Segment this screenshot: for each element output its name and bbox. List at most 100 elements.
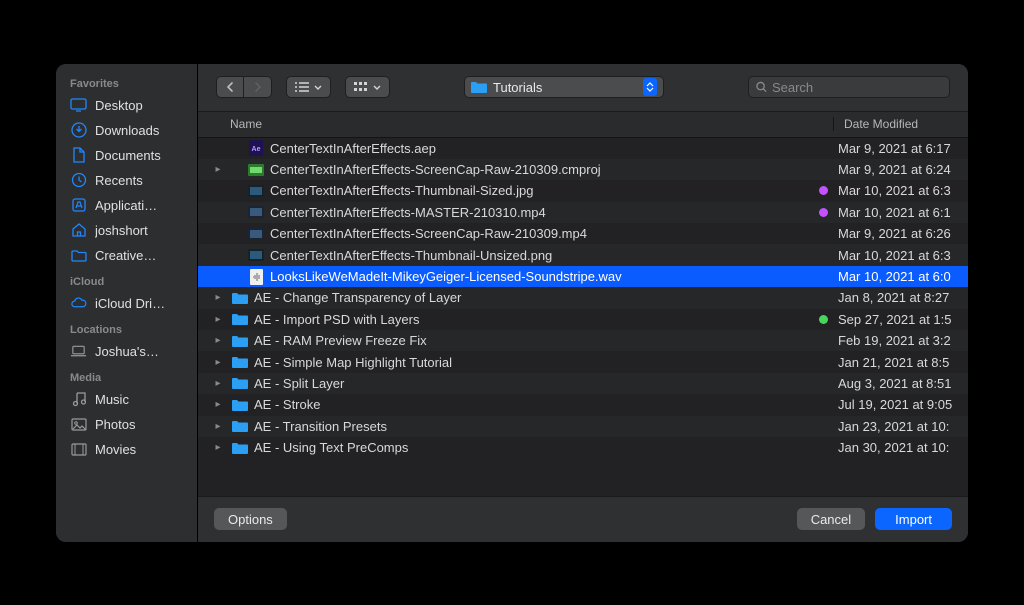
sidebar-item[interactable]: Applicati… (56, 193, 197, 218)
cloud-icon (70, 295, 87, 312)
disclosure-triangle-icon[interactable]: ▸ (212, 164, 224, 175)
file-date-modified: Feb 19, 2021 at 3:2 (838, 333, 968, 348)
file-date-modified: Jul 19, 2021 at 9:05 (838, 397, 968, 412)
file-date-modified: Jan 23, 2021 at 10: (838, 419, 968, 434)
folder-file-icon (232, 375, 248, 391)
sidebar-item[interactable]: Downloads (56, 118, 197, 143)
disclosure-triangle-icon[interactable]: ▸ (212, 357, 224, 368)
disclosure-triangle-icon[interactable]: ▸ (212, 378, 224, 389)
column-name-header[interactable]: Name (230, 117, 833, 131)
finder-tag-none (819, 144, 828, 153)
search-field[interactable] (748, 76, 950, 98)
folder-file-icon (232, 354, 248, 370)
desktop-icon (70, 97, 87, 114)
sidebar-item[interactable]: Music (56, 387, 197, 412)
recents-icon (70, 172, 87, 189)
file-name: CenterTextInAfterEffects-Thumbnail-Sized… (270, 183, 809, 198)
finder-tag-none (819, 251, 828, 260)
file-name: AE - Stroke (254, 397, 809, 412)
file-date-modified: Jan 30, 2021 at 10: (838, 440, 968, 455)
file-name: CenterTextInAfterEffects-ScreenCap-Raw-2… (270, 162, 809, 177)
nav-buttons (216, 76, 272, 98)
sidebar-item[interactable]: Creative… (56, 243, 197, 268)
home-icon (70, 222, 87, 239)
file-name: CenterTextInAfterEffects-Thumbnail-Unsiz… (270, 248, 809, 263)
group-button[interactable] (345, 76, 390, 98)
grid-icon (354, 82, 368, 92)
sidebar-item-label: Applicati… (95, 198, 157, 213)
disclosure-triangle-icon[interactable]: ▸ (212, 421, 224, 432)
movies-icon (70, 441, 87, 458)
file-row[interactable]: LooksLikeWeMadeIt-MikeyGeiger-Licensed-S… (198, 266, 968, 287)
sidebar-item[interactable]: Documents (56, 143, 197, 168)
sidebar-item[interactable]: Recents (56, 168, 197, 193)
file-row[interactable]: CenterTextInAfterEffects-ScreenCap-Raw-2… (198, 223, 968, 244)
sidebar-section-title: Media (56, 364, 197, 387)
sidebar-item-label: joshshort (95, 223, 148, 238)
sidebar-item[interactable]: Joshua's… (56, 339, 197, 364)
sidebar-item-label: Creative… (95, 248, 156, 263)
mp4-file-icon (248, 226, 264, 242)
dialog-footer: Options Cancel Import (198, 496, 968, 542)
view-list-button[interactable] (286, 76, 331, 98)
file-date-modified: Jan 21, 2021 at 8:5 (838, 355, 968, 370)
png-file-icon (248, 247, 264, 263)
file-row[interactable]: ▸ AE - Transition Presets Jan 23, 2021 at … (198, 416, 968, 437)
file-date-modified: Sep 27, 2021 at 1:5 (838, 312, 968, 327)
file-row[interactable]: CenterTextInAfterEffects-Thumbnail-Unsiz… (198, 244, 968, 265)
main-panel: Tutorials Name Date Modified AeCenterTex… (198, 64, 968, 542)
folder-path-selector[interactable]: Tutorials (464, 76, 664, 98)
sidebar-item[interactable]: iCloud Dri… (56, 291, 197, 316)
file-date-modified: Aug 3, 2021 at 8:51 (838, 376, 968, 391)
file-row[interactable]: ▸AE - Split LayerAug 3, 2021 at 8:51 (198, 373, 968, 394)
file-row[interactable]: ▸AE - Change Transparency of LayerJan 8,… (198, 287, 968, 308)
sidebar-section-title: Locations (56, 316, 197, 339)
file-row[interactable]: AeCenterTextInAfterEffects.aepMar 9, 202… (198, 138, 968, 159)
cancel-button[interactable]: Cancel (797, 508, 865, 530)
sidebar-item[interactable]: Photos (56, 412, 197, 437)
file-date-modified: Mar 10, 2021 at 6:1 (838, 205, 968, 220)
finder-tag-none (819, 443, 828, 452)
finder-tag-none (819, 336, 828, 345)
file-row[interactable]: ▸AE - RAM Preview Freeze FixFeb 19, 2021… (198, 330, 968, 351)
folder-icon (471, 81, 487, 93)
list-icon (295, 82, 309, 92)
file-name: CenterTextInAfterEffects-MASTER-210310.m… (270, 205, 809, 220)
sidebar-item[interactable]: Desktop (56, 93, 197, 118)
file-row[interactable]: ▸AE - Simple Map Highlight TutorialJan 2… (198, 351, 968, 372)
documents-icon (70, 147, 87, 164)
file-name: LooksLikeWeMadeIt-MikeyGeiger-Licensed-S… (270, 269, 809, 284)
disclosure-triangle-icon[interactable]: ▸ (212, 399, 224, 410)
downloads-icon (70, 122, 87, 139)
file-row[interactable]: ▸ AE - Stroke Jul 19, 2021 at 9:05 (198, 394, 968, 415)
finder-tag-none (819, 358, 828, 367)
options-button[interactable]: Options (214, 508, 287, 530)
file-row[interactable]: ▸ CenterTextInAfterEffects-ScreenCap-Raw-… (198, 159, 968, 180)
disclosure-triangle-icon[interactable]: ▸ (212, 314, 224, 325)
list-header: Name Date Modified (198, 112, 968, 138)
laptop-icon (70, 343, 87, 360)
file-name: AE - Import PSD with Layers (254, 312, 809, 327)
column-date-header[interactable]: Date Modified (833, 117, 968, 131)
file-list[interactable]: AeCenterTextInAfterEffects.aepMar 9, 202… (198, 138, 968, 496)
sidebar-item[interactable]: joshshort (56, 218, 197, 243)
file-row[interactable]: CenterTextInAfterEffects-Thumbnail-Sized… (198, 180, 968, 201)
disclosure-triangle-icon[interactable]: ▸ (212, 442, 224, 453)
search-input[interactable] (772, 80, 942, 95)
chevron-down-icon (373, 85, 381, 90)
file-name: AE - Using Text PreComps (254, 440, 809, 455)
sidebar-item[interactable]: Movies (56, 437, 197, 462)
file-row[interactable]: ▸ AE - Import PSD with Layers Sep 27, 2021… (198, 309, 968, 330)
disclosure-triangle-icon[interactable]: ▸ (212, 292, 224, 303)
back-button[interactable] (216, 76, 244, 98)
sidebar-item-label: iCloud Dri… (95, 296, 165, 311)
import-button[interactable]: Import (875, 508, 952, 530)
folder-file-icon (232, 290, 248, 306)
file-row[interactable]: ▸ AE - Using Text PreComps Jan 30, 2021 at… (198, 437, 968, 458)
finder-tag-none (819, 400, 828, 409)
disclosure-triangle-icon[interactable]: ▸ (212, 335, 224, 346)
forward-button[interactable] (244, 76, 272, 98)
file-row[interactable]: CenterTextInAfterEffects-MASTER-210310.m… (198, 202, 968, 223)
search-icon (756, 81, 767, 93)
file-name: AE - Transition Presets (254, 419, 809, 434)
